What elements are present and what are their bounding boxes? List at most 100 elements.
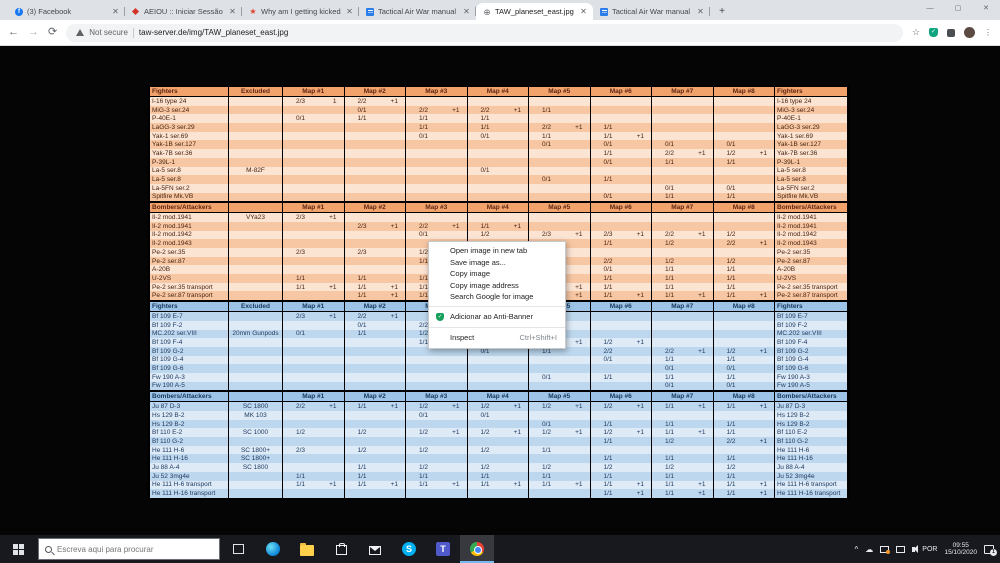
menu-item-copy-image[interactable]: Copy image bbox=[429, 268, 565, 280]
action-center-icon[interactable]: 1 bbox=[984, 544, 997, 556]
aircraft-name-right: P-40E-1 bbox=[775, 114, 847, 124]
tab-close-icon[interactable]: ✕ bbox=[579, 7, 588, 16]
map-cell: 1/1 bbox=[529, 445, 591, 455]
tab-close-icon[interactable]: ✕ bbox=[462, 7, 471, 16]
aircraft-row: Spitfire Mk.VB 0/1 1/1 1/1 Spitfire Mk.VB bbox=[150, 192, 848, 202]
excluded-mod bbox=[229, 282, 283, 292]
aircraft-name: Il-2 mod.1942 bbox=[150, 230, 229, 240]
map-cell bbox=[652, 329, 714, 339]
map-cell bbox=[406, 183, 468, 193]
new-tab-button[interactable]: + bbox=[714, 3, 730, 19]
clock-date: 15/10/2020 bbox=[944, 549, 977, 556]
tab-close-icon[interactable]: ✕ bbox=[228, 7, 237, 16]
tab-2-why-am-i-getting-kic[interactable]: Why am I getting kicked from TA ✕ bbox=[242, 3, 359, 20]
search-input[interactable] bbox=[57, 544, 197, 554]
map-cell bbox=[283, 175, 345, 184]
menu-item-adicionar-ao-anti-banner[interactable]: Adicionar ao Anti-Banner bbox=[429, 310, 565, 324]
close-button[interactable]: ✕ bbox=[972, 0, 1000, 16]
map-cell: 2/3 +1 bbox=[344, 221, 406, 231]
tab-close-icon[interactable]: ✕ bbox=[696, 7, 705, 16]
profile-avatar[interactable] bbox=[964, 27, 975, 38]
chrome-menu-button[interactable]: ⋮ bbox=[984, 28, 992, 37]
menu-item-inspect[interactable]: Inspect Ctrl+Shift+I bbox=[429, 331, 565, 345]
excluded-mod bbox=[229, 291, 283, 301]
map-cell: 2/3 +1 bbox=[283, 213, 345, 222]
map-cell bbox=[467, 97, 529, 106]
reload-button[interactable]: ⟳ bbox=[48, 27, 57, 38]
map-cell: 0/1 bbox=[344, 320, 406, 330]
back-button[interactable]: ← bbox=[8, 27, 19, 38]
map-cell bbox=[344, 338, 406, 347]
menu-item-save-image-as[interactable]: Save image as... bbox=[429, 257, 565, 269]
task-view-button[interactable] bbox=[220, 535, 256, 563]
map-cell bbox=[283, 291, 345, 301]
taskbar-app-edge[interactable] bbox=[256, 535, 290, 563]
tab-close-icon[interactable]: ✕ bbox=[345, 7, 354, 16]
tab-3-tactical-air-war-man[interactable]: Tactical Air War manual - Googl ✕ bbox=[359, 3, 476, 20]
tab-1-aeiou-iniciar-sess-o[interactable]: AEIOU :: Iniciar Sessão ✕ bbox=[125, 3, 242, 20]
map-header: Map #5 bbox=[529, 392, 591, 403]
map-cell bbox=[283, 411, 345, 420]
menu-item-search-google-for-image[interactable]: Search Google for image bbox=[429, 291, 565, 303]
tab-4-taw-planeset-east-jp[interactable]: TAW_planeset_east.jpg (1348×7 ✕ bbox=[476, 3, 593, 20]
taskbar-app-store[interactable] bbox=[324, 535, 358, 563]
excluded-mod bbox=[229, 471, 283, 481]
tab-5-tactical-air-war-man[interactable]: Tactical Air War manual - Googl ✕ bbox=[593, 3, 710, 20]
language-indicator[interactable]: POR bbox=[922, 546, 937, 553]
onedrive-cloud-icon[interactable]: ☁ bbox=[865, 545, 873, 554]
minimize-button[interactable]: — bbox=[916, 0, 944, 16]
speaker-icon[interactable] bbox=[912, 544, 919, 553]
map-cell: 1/1 +1 bbox=[652, 402, 714, 411]
start-button[interactable] bbox=[0, 535, 36, 563]
aircraft-name: Yak-1 ser.69 bbox=[150, 131, 229, 141]
forward-button[interactable]: → bbox=[28, 27, 39, 38]
maximize-button[interactable]: ▢ bbox=[944, 0, 972, 16]
excluded-mod: VYa23 bbox=[229, 213, 283, 222]
taskbar-search[interactable] bbox=[38, 538, 220, 560]
map-cell: 1/1 bbox=[713, 192, 775, 202]
url-text: taw-server.de/img/TAW_planeset_east.jpg bbox=[138, 28, 289, 37]
aircraft-name-right: He 111 H-16 bbox=[775, 454, 847, 464]
bookmark-star-icon[interactable]: ☆ bbox=[912, 27, 920, 38]
map-cell: 1/1 bbox=[652, 282, 714, 292]
display-icon[interactable] bbox=[896, 545, 906, 553]
taskbar-app-skype[interactable] bbox=[392, 535, 426, 563]
map-cell: 1/2 bbox=[652, 437, 714, 446]
tray-notification-app-icon[interactable] bbox=[880, 545, 891, 554]
aircraft-name-right: Pe-2 ser.87 transport bbox=[775, 291, 847, 301]
taskbar-app-explorer[interactable] bbox=[290, 535, 324, 563]
menu-item-copy-image-address[interactable]: Copy image address bbox=[429, 280, 565, 292]
aircraft-name: He 111 H-16 bbox=[150, 454, 229, 464]
context-menu: Open image in new tab Save image as... Cop… bbox=[428, 241, 566, 349]
antivirus-shield-icon[interactable] bbox=[929, 28, 938, 37]
aircraft-name: Il-2 mod.1941 bbox=[150, 213, 229, 222]
tab-0-3-facebook[interactable]: (3) Facebook ✕ bbox=[8, 3, 125, 20]
section-title: Fighters bbox=[150, 302, 229, 313]
map-cell bbox=[406, 97, 468, 106]
aircraft-name-right: MC.202 ser.VIII bbox=[775, 329, 847, 339]
aircraft-row: I-16 type 24 2/3 1 2/2 +1 I-16 type 24 bbox=[150, 97, 848, 106]
map-cell bbox=[652, 248, 714, 257]
taskbar-clock[interactable]: 09:55 15/10/2020 bbox=[944, 542, 977, 557]
aircraft-row: He 111 H-6 transport 1/1 +1 1/1 +1 1/1 +1 1/1 +1… bbox=[150, 480, 848, 490]
map-cell: 1/1 bbox=[652, 265, 714, 275]
map-cell: 1/1 +1 bbox=[283, 282, 345, 292]
map-cell bbox=[529, 489, 591, 498]
map-cell: 1/1 bbox=[344, 463, 406, 472]
map-cell: 2/3 +1 bbox=[590, 230, 652, 240]
not-secure-warning-icon bbox=[76, 29, 85, 36]
chevron-up-icon[interactable]: ^ bbox=[855, 545, 859, 554]
map-cell: 2/2+1 bbox=[344, 97, 406, 106]
aircraft-name-right: I-16 type 24 bbox=[775, 97, 847, 106]
taskbar-app-mail[interactable] bbox=[358, 535, 392, 563]
map-cell bbox=[344, 364, 406, 373]
tab-close-icon[interactable]: ✕ bbox=[111, 7, 120, 16]
taskbar-app-teams[interactable] bbox=[426, 535, 460, 563]
address-bar[interactable]: Not secure taw-server.de/img/TAW_planese… bbox=[66, 23, 903, 42]
map-cell: 1/2 bbox=[590, 463, 652, 472]
map-cell: 1/1 bbox=[467, 471, 529, 481]
taskbar-app-chrome[interactable] bbox=[460, 535, 494, 563]
menu-item-open-image-in-new-tab[interactable]: Open image in new tab bbox=[429, 245, 565, 257]
extension-pin-icon[interactable] bbox=[947, 28, 955, 37]
aeiou-favicon-icon bbox=[132, 8, 140, 16]
